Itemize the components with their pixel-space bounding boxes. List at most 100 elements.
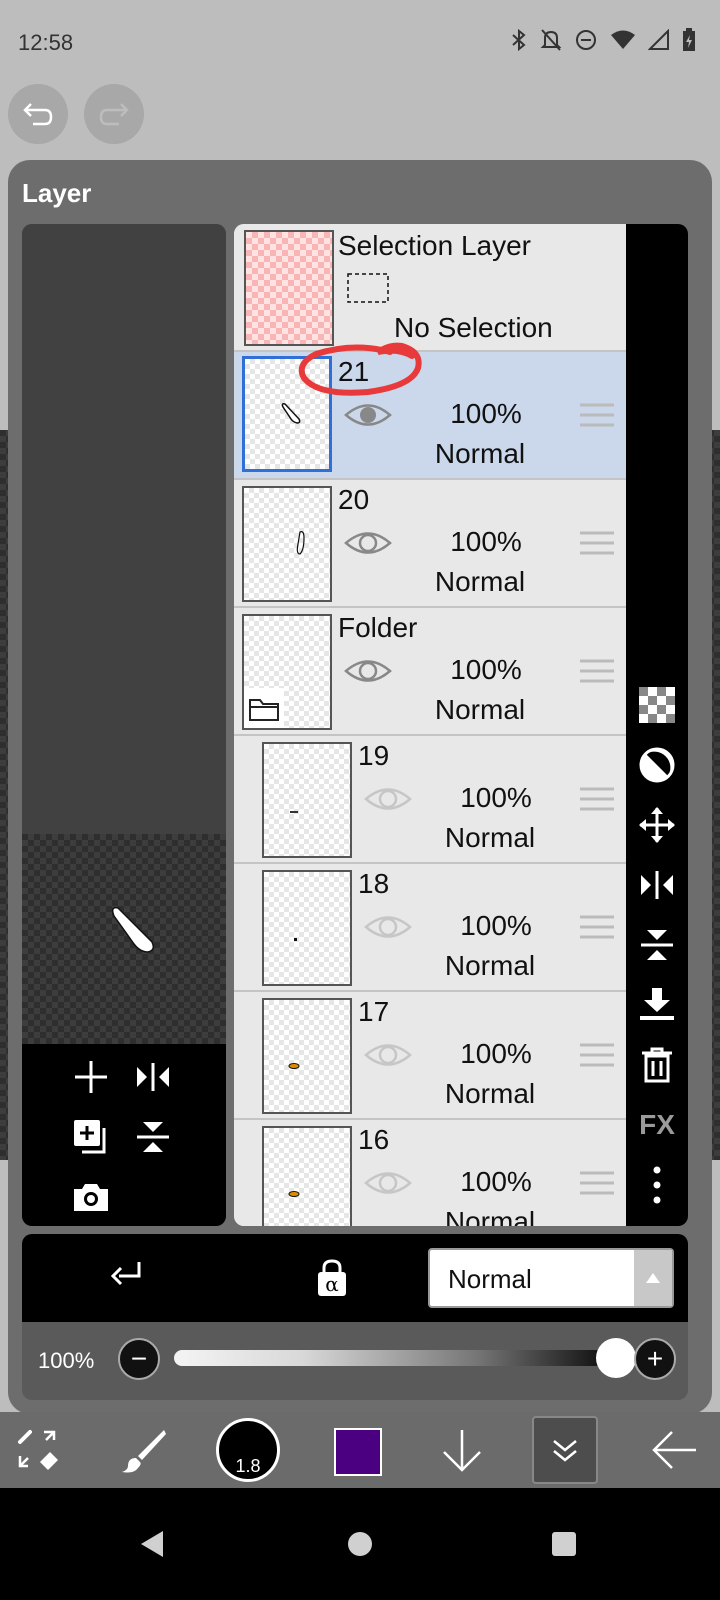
flip-vertical-side-button[interactable] [632,920,682,970]
arrow-left-icon [652,1431,696,1469]
camera-icon [74,1184,108,1211]
layer-opacity: 100% [460,782,532,813]
more-options-button[interactable] [632,1160,682,1210]
opacity-increase-button[interactable]: + [634,1338,676,1380]
clipping-icon [110,1262,141,1286]
brush-size-value: 1.8 [235,1456,261,1476]
alpha-lock-button[interactable]: α [308,1254,356,1302]
panel-title: Layer [22,178,92,208]
redo-icon [99,103,129,126]
transparency-button[interactable] [632,680,682,730]
selection-layer-thumbnail [244,230,334,346]
back-button[interactable] [644,1412,704,1488]
clear-layer-button[interactable] [632,740,682,790]
status-icons [510,28,696,52]
visibility-eye-icon[interactable] [364,912,412,942]
layer-opacity: 100% [460,910,532,941]
blend-mode-select[interactable]: Normal [428,1248,674,1308]
opacity-slider-knob[interactable] [596,1338,636,1378]
layer-row-17[interactable]: 17 100% Normal [234,992,634,1120]
drag-handle-icon[interactable] [580,914,614,940]
clear-icon [639,747,675,783]
tool-switch-button[interactable] [10,1412,66,1488]
double-chevron-down-icon [553,1440,577,1462]
visibility-eye-icon[interactable] [364,784,412,814]
clipping-button[interactable] [102,1254,150,1302]
layer-row-16[interactable]: 16 100% Normal [234,1120,634,1226]
layer-row-20[interactable]: 20 100% Normal [234,480,634,608]
drag-handle-icon[interactable] [580,1042,614,1068]
notifications-off-icon [540,28,562,52]
canvas-preview [22,224,226,1226]
layer-blend-mode: Normal [434,694,526,725]
drag-handle-icon[interactable] [580,658,614,684]
layer-row-19[interactable]: 19 100% Normal [234,736,634,864]
status-bar: 12:58 [0,0,720,88]
brush-size-indicator[interactable]: 1.8 [216,1418,280,1482]
layer-thumbnail-art [296,531,305,555]
nav-recents-button[interactable] [534,1514,594,1574]
opacity-slider-track[interactable] [174,1350,604,1366]
dropdown-arrow-icon [634,1250,672,1306]
brush-tool-button[interactable] [116,1412,172,1488]
layer-opacity: 100% [460,1038,532,1069]
blend-bar: α Normal [22,1234,688,1322]
flip-horizontal-side-button[interactable] [632,860,682,910]
flip-vertical-icon [641,930,673,960]
drag-handle-icon[interactable] [580,1170,614,1196]
brush-icon [122,1430,166,1473]
merge-down-icon [640,988,674,1020]
move-button[interactable] [632,800,682,850]
visibility-eye-icon[interactable] [364,1168,412,1198]
preview-upper [22,224,226,834]
drag-handle-icon[interactable] [580,530,614,556]
layer-blend-mode: Normal [444,1206,536,1226]
layer-name: 20 [338,484,370,515]
duplicate-layer-button[interactable] [66,1112,116,1162]
selection-layer-row[interactable]: Selection Layer No Selection [234,224,634,352]
color-swatch[interactable] [334,1428,382,1476]
triangle-back-icon [141,1531,163,1557]
merge-down-button[interactable] [632,980,682,1030]
visibility-eye-icon[interactable] [364,1040,412,1070]
camera-button[interactable] [66,1172,116,1222]
opacity-decrease-button[interactable]: − [118,1338,160,1380]
undo-button[interactable] [8,84,68,144]
flip-horizontal-button[interactable] [128,1052,178,1102]
layer-thumbnail [262,1126,352,1226]
trash-icon [642,1047,672,1083]
add-layer-button[interactable] [66,1052,116,1102]
redo-button[interactable] [84,84,144,144]
signal-icon [648,29,670,51]
status-time: 12:58 [18,30,74,55]
drag-handle-icon[interactable] [580,402,614,428]
collapse-panel-button[interactable] [532,1416,598,1484]
flip-horizontal-icon [137,1063,169,1091]
layer-row-folder[interactable]: Folder 100% Normal [234,608,634,736]
circle-home-icon [348,1532,372,1556]
layer-thumbnail-art [294,938,297,941]
red-annotation-circle [298,342,422,396]
delete-layer-button[interactable] [632,1040,682,1090]
visibility-eye-icon[interactable] [344,528,392,558]
preview-transparent-area [22,834,226,1044]
layer-blend-mode: Normal [434,438,526,469]
undo-icon [23,103,53,126]
layer-thumbnail [262,870,352,986]
battery-icon [682,28,696,52]
flip-vertical-button[interactable] [128,1112,178,1162]
layer-blend-mode: Normal [444,1078,536,1109]
folder-thumbnail [242,614,332,730]
bluetooth-icon [510,28,528,52]
layer-row-18[interactable]: 18 100% Normal [234,864,634,992]
visibility-eye-icon[interactable] [344,400,392,430]
fx-button[interactable]: FX [632,1100,682,1150]
layer-side-tools: FX [626,224,688,1226]
drag-handle-icon[interactable] [580,786,614,812]
visibility-eye-icon[interactable] [344,656,392,686]
nav-back-button[interactable] [122,1514,182,1574]
layer-thumbnail-art [290,811,298,813]
nav-home-button[interactable] [330,1514,390,1574]
move-down-button[interactable] [434,1412,490,1488]
more-vertical-icon [653,1166,661,1204]
